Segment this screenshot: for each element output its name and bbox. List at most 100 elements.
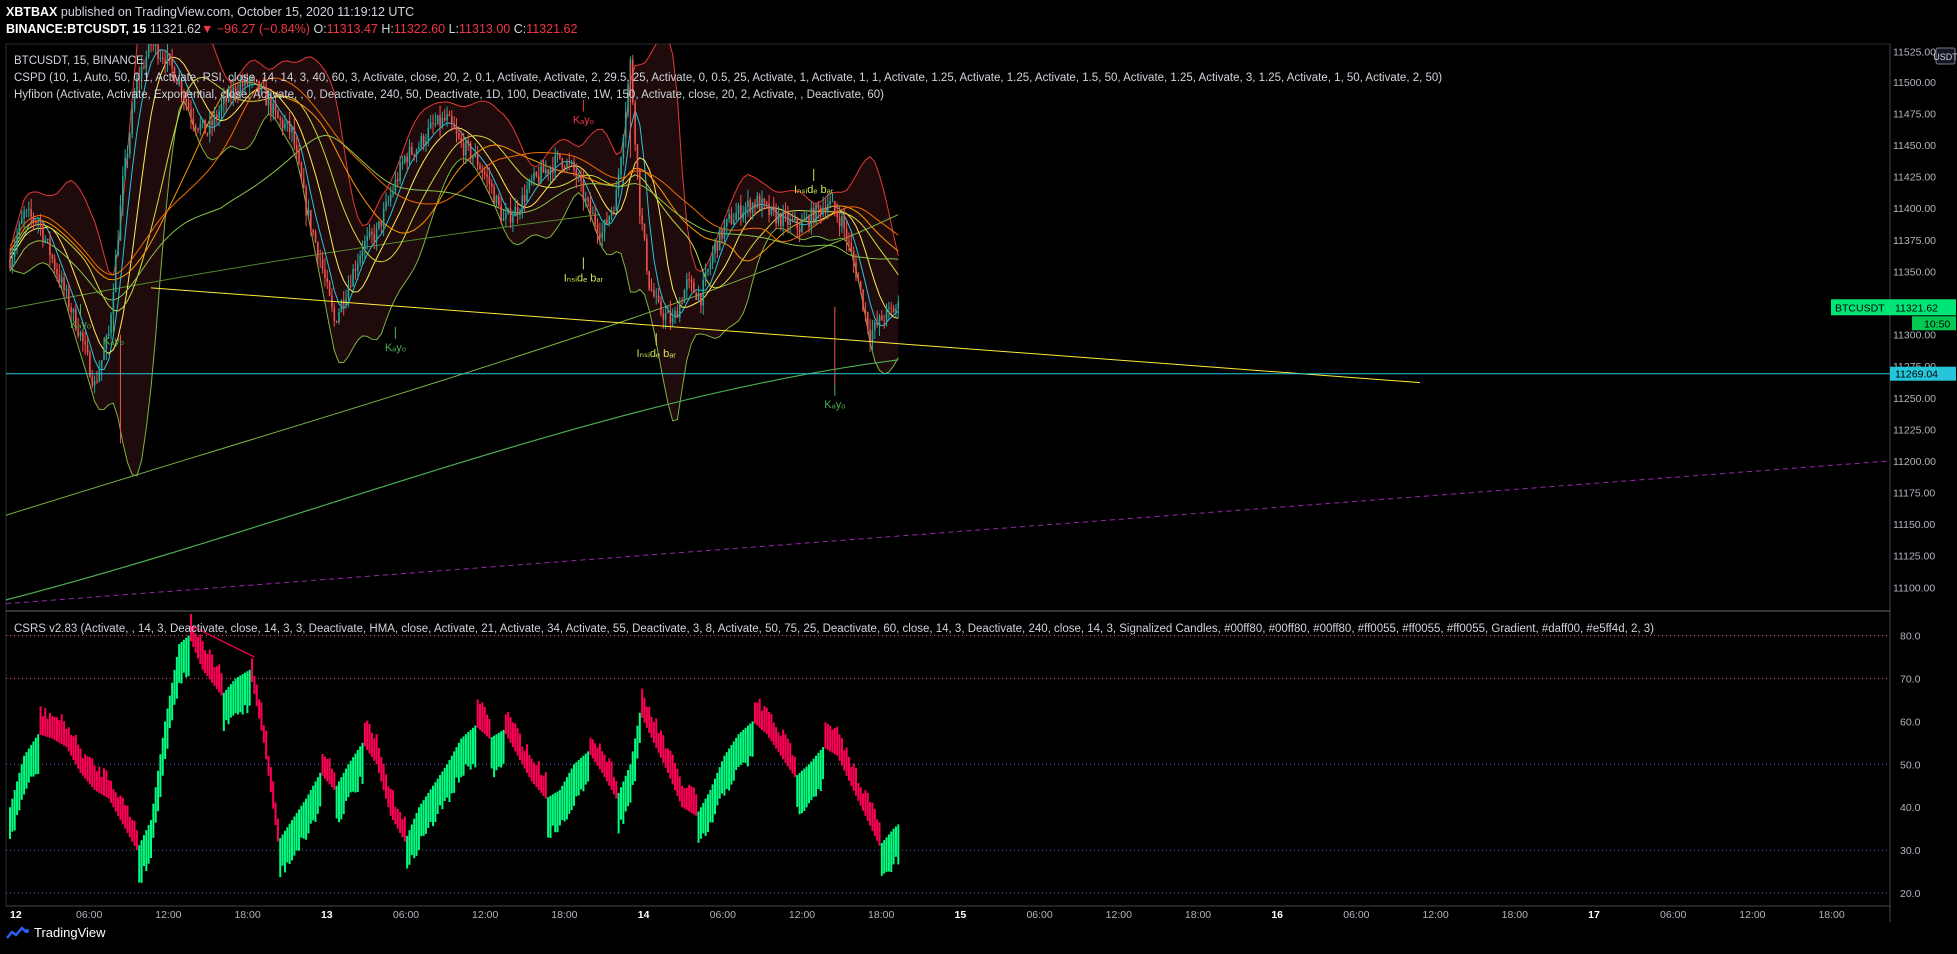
candle-body[interactable] <box>563 167 566 169</box>
candle-body[interactable] <box>570 161 573 163</box>
candle-body[interactable] <box>852 251 855 263</box>
candle-body[interactable] <box>86 344 89 353</box>
candle-body[interactable] <box>220 104 223 112</box>
candle-body[interactable] <box>204 119 206 134</box>
candle-body[interactable] <box>129 134 131 154</box>
candle-body[interactable] <box>171 56 173 68</box>
candle-body[interactable] <box>91 376 94 386</box>
candle-body[interactable] <box>580 176 582 181</box>
candle-body[interactable] <box>829 201 831 205</box>
candle-body[interactable] <box>526 189 528 202</box>
candle-body[interactable] <box>624 112 627 138</box>
candle-body[interactable] <box>338 311 340 323</box>
candle-body[interactable] <box>364 240 366 251</box>
candle-body[interactable] <box>733 220 735 224</box>
candle-body[interactable] <box>674 310 676 318</box>
candle-body[interactable] <box>608 216 611 224</box>
candle-body[interactable] <box>382 209 385 227</box>
candle-body[interactable] <box>678 302 681 318</box>
candle-body[interactable] <box>610 210 613 217</box>
candle-body[interactable] <box>349 285 352 287</box>
candle-body[interactable] <box>342 300 345 306</box>
candle-body[interactable] <box>596 224 599 234</box>
candle-body[interactable] <box>488 176 491 184</box>
candle-body[interactable] <box>241 83 244 87</box>
candle-body[interactable] <box>197 128 199 130</box>
candle-body[interactable] <box>401 162 404 164</box>
candle-body[interactable] <box>761 198 763 210</box>
candle-body[interactable] <box>704 271 707 280</box>
candle-body[interactable] <box>122 176 124 205</box>
candle-body[interactable] <box>18 223 21 236</box>
candle-body[interactable] <box>742 212 744 219</box>
candle-body[interactable] <box>119 204 122 241</box>
candle-body[interactable] <box>791 218 794 221</box>
candle-body[interactable] <box>60 277 63 283</box>
dashed-trend-line[interactable] <box>6 460 1890 605</box>
candle-body[interactable] <box>39 222 42 227</box>
candle-body[interactable] <box>730 214 733 224</box>
candle-body[interactable] <box>65 288 68 291</box>
candle-body[interactable] <box>147 42 150 57</box>
candle-body[interactable] <box>16 235 18 248</box>
candle-body[interactable] <box>194 125 197 129</box>
candle-body[interactable] <box>723 226 726 239</box>
candle-body[interactable] <box>415 149 418 156</box>
candle-body[interactable] <box>192 118 195 126</box>
candle-body[interactable] <box>521 195 524 212</box>
candle-body[interactable] <box>281 119 284 129</box>
candle-body[interactable] <box>617 174 620 191</box>
candle-body[interactable] <box>420 135 423 147</box>
candle-body[interactable] <box>394 179 397 192</box>
candle-body[interactable] <box>28 209 30 211</box>
candle-body[interactable] <box>725 218 728 227</box>
candle-body[interactable] <box>72 308 75 313</box>
candle-body[interactable] <box>288 121 291 132</box>
candle-body[interactable] <box>305 187 307 216</box>
candle-body[interactable] <box>662 313 665 320</box>
candle-body[interactable] <box>427 127 430 141</box>
candle-body[interactable] <box>841 216 843 227</box>
candle-body[interactable] <box>784 212 787 214</box>
candle-body[interactable] <box>187 102 190 109</box>
candle-body[interactable] <box>775 209 777 224</box>
candle-body[interactable] <box>716 242 719 251</box>
candle-body[interactable] <box>462 142 465 156</box>
candle-body[interactable] <box>857 277 860 282</box>
candle-body[interactable] <box>589 201 592 214</box>
candle-body[interactable] <box>465 140 467 156</box>
candle-body[interactable] <box>455 129 458 134</box>
candle-body[interactable] <box>206 133 209 135</box>
candle-body[interactable] <box>314 232 317 243</box>
candle-body[interactable] <box>754 203 756 208</box>
candle-body[interactable] <box>352 268 354 287</box>
candle-body[interactable] <box>378 221 380 228</box>
candle-body[interactable] <box>634 102 636 145</box>
candle-body[interactable] <box>380 221 383 227</box>
candle-body[interactable] <box>37 222 39 224</box>
candle-body[interactable] <box>537 175 540 183</box>
candle-body[interactable] <box>728 214 730 219</box>
candle-body[interactable] <box>354 268 357 271</box>
candle-body[interactable] <box>324 269 326 278</box>
candle-body[interactable] <box>169 53 171 57</box>
candle-body[interactable] <box>46 238 49 240</box>
candle-body[interactable] <box>568 161 571 163</box>
candle-body[interactable] <box>688 279 690 281</box>
candle-body[interactable] <box>432 122 434 124</box>
candle-body[interactable] <box>584 198 587 201</box>
candle-body[interactable] <box>606 219 608 224</box>
candle-body[interactable] <box>502 218 505 221</box>
candle-body[interactable] <box>735 213 737 221</box>
candle-body[interactable] <box>676 310 679 318</box>
candle-body[interactable] <box>650 289 653 291</box>
candle-body[interactable] <box>667 311 669 314</box>
candle-body[interactable] <box>30 209 32 217</box>
candle-body[interactable] <box>559 153 561 159</box>
candle-body[interactable] <box>758 195 761 210</box>
candle-body[interactable] <box>878 315 881 325</box>
candle-body[interactable] <box>815 204 817 223</box>
candle-body[interactable] <box>765 202 768 204</box>
candle-body[interactable] <box>862 289 864 311</box>
candle-body[interactable] <box>582 180 585 201</box>
